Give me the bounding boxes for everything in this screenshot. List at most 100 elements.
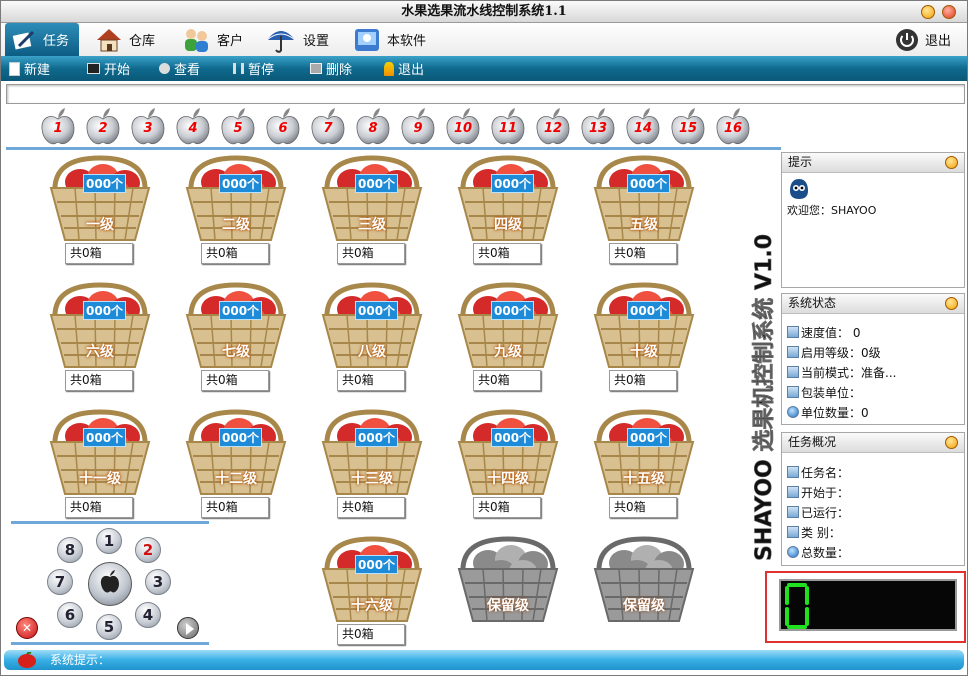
menu-about[interactable]: 本软件 [353,23,426,56]
basket-count: 000个 [355,555,399,574]
box-count-field[interactable]: 共0箱 [609,243,677,264]
box-count-field[interactable]: 共0箱 [473,497,541,518]
basket-level: 七级 [222,344,250,360]
delete-button[interactable]: 删除 [310,56,352,81]
start-label: 开始 [104,63,131,78]
apple-status-icon [14,651,40,668]
grade-basket-1[interactable]: 000个 一级 共0箱 [45,152,155,272]
box-count-field[interactable]: 共0箱 [609,497,677,518]
box-count-field[interactable]: 共0箱 [65,497,133,518]
grade-basket-3[interactable]: 000个 三级 共0箱 [317,152,427,272]
play-icon[interactable] [177,617,199,639]
box-count-field[interactable]: 共0箱 [337,497,405,518]
apple-sensor-14[interactable]: 14 [624,107,662,147]
welcome-text: 欢迎您：SHAYOO [787,204,877,217]
apple-sensor-4[interactable]: 4 [174,107,212,147]
box-count-field[interactable]: 共0箱 [609,370,677,391]
box-count-field[interactable]: 共0箱 [65,370,133,391]
system-status-title: 系统状态 [788,296,837,310]
keypad-key-3[interactable]: 3 [145,569,171,595]
apple-sensor-9[interactable]: 9 [399,107,437,147]
menu-customer[interactable]: 客户 [181,23,243,56]
menu-exit[interactable]: 退出 [895,23,951,56]
box-count-field[interactable]: 共0箱 [65,243,133,264]
grade-basket-8[interactable]: 000个 八级 共0箱 [317,279,427,399]
minimize-button[interactable] [921,5,935,19]
grade-basket-6[interactable]: 000个 六级 共0箱 [45,279,155,399]
apple-sensor-16[interactable]: 16 [714,107,752,147]
box-count-field[interactable]: 共0箱 [201,370,269,391]
grade-basket-12[interactable]: 000个 十二级 共0箱 [181,406,291,526]
collapse-icon[interactable] [945,436,958,449]
apple-sensor-12[interactable]: 12 [534,107,572,147]
keypad-key-4[interactable]: 4 [135,602,161,628]
grade-basket-14[interactable]: 000个 十四级 共0箱 [453,406,563,526]
box-count-field[interactable]: 共0箱 [337,243,405,264]
apple-sensor-15[interactable]: 15 [669,107,707,147]
menu-warehouse[interactable]: 仓库 [95,23,155,56]
close-button[interactable] [942,5,956,19]
keypad-key-6[interactable]: 6 [57,602,83,628]
menu-settings[interactable]: 设置 [265,23,329,56]
grade-basket-15[interactable]: 000个 十五级 共0箱 [589,406,699,526]
basket-level: 十五级 [623,471,665,487]
menu-task[interactable]: 任务 [5,23,80,56]
view-button[interactable]: 查看 [159,56,200,81]
basket-count: 000个 [627,174,671,193]
reserved-basket-2[interactable]: 保留级 [589,533,699,653]
apple-sensor-7[interactable]: 7 [309,107,347,147]
task-overview-list: 任务名： 开始于： 已运行：类 别： 总数量： [782,453,964,562]
grade-basket-9[interactable]: 000个 九级 共0箱 [453,279,563,399]
basket-level: 十一级 [79,471,121,487]
apple-row: 1 2 3 4 5 6 7 8 9 10 11 12 13 14 15 16 [1,107,967,149]
apple-sensor-5[interactable]: 5 [219,107,257,147]
grade-basket-4[interactable]: 000个 四级 共0箱 [453,152,563,272]
apple-sensor-13[interactable]: 13 [579,107,617,147]
new-button[interactable]: 新建 [9,56,50,81]
apple-center-button[interactable] [88,562,132,606]
basket-count: 000个 [83,301,127,320]
basket-count: 000个 [491,301,535,320]
grade-basket-5[interactable]: 000个 五级 共0箱 [589,152,699,272]
box-count-field[interactable]: 共0箱 [337,624,405,645]
reserved-basket-1[interactable]: 保留级 [453,533,563,653]
keypad-key-1[interactable]: 1 [96,528,122,554]
apple-sensor-1[interactable]: 1 [39,107,77,147]
keypad-key-8[interactable]: 8 [57,537,83,563]
basket-count: 000个 [491,428,535,447]
grade-basket-11[interactable]: 000个 十一级 共0箱 [45,406,155,526]
menu-warehouse-label: 仓库 [129,34,156,49]
menu-customer-label: 客户 [217,34,244,49]
apple-sensor-3[interactable]: 3 [129,107,167,147]
apple-sensor-6[interactable]: 6 [264,107,302,147]
globe-icon [787,406,799,418]
box-count-field[interactable]: 共0箱 [473,370,541,391]
grade-basket-10[interactable]: 000个 十级 共0箱 [589,279,699,399]
grade-basket-16[interactable]: 000个 十六级 共0箱 [317,533,427,653]
keypad-key-2[interactable]: 2 [135,537,161,563]
box-count-field[interactable]: 共0箱 [473,243,541,264]
cancel-icon[interactable]: ✕ [16,617,38,639]
globe-icon [787,546,799,558]
keypad-key-5[interactable]: 5 [96,614,122,640]
start-button[interactable]: 开始 [87,56,130,81]
doc-icon [787,326,799,338]
menu-about-label: 本软件 [387,34,427,49]
apple-sensor-8[interactable]: 8 [354,107,392,147]
collapse-icon[interactable] [945,156,958,169]
exit-button[interactable]: 退出 [384,56,424,81]
grade-basket-13[interactable]: 000个 十三级 共0箱 [317,406,427,526]
doc-icon [787,466,799,478]
grade-basket-2[interactable]: 000个 二级 共0箱 [181,152,291,272]
pause-button[interactable]: 暂停 [233,56,274,81]
apple-sensor-2[interactable]: 2 [84,107,122,147]
box-count-field[interactable]: 共0箱 [201,497,269,518]
keypad-key-7[interactable]: 7 [47,569,73,595]
apple-sensor-10[interactable]: 10 [444,107,482,147]
apple-sensor-11[interactable]: 11 [489,107,527,147]
box-count-field[interactable]: 共0箱 [337,370,405,391]
grade-basket-7[interactable]: 000个 七级 共0箱 [181,279,291,399]
box-count-field[interactable]: 共0箱 [201,243,269,264]
collapse-icon[interactable] [945,297,958,310]
info-input[interactable] [6,84,965,104]
